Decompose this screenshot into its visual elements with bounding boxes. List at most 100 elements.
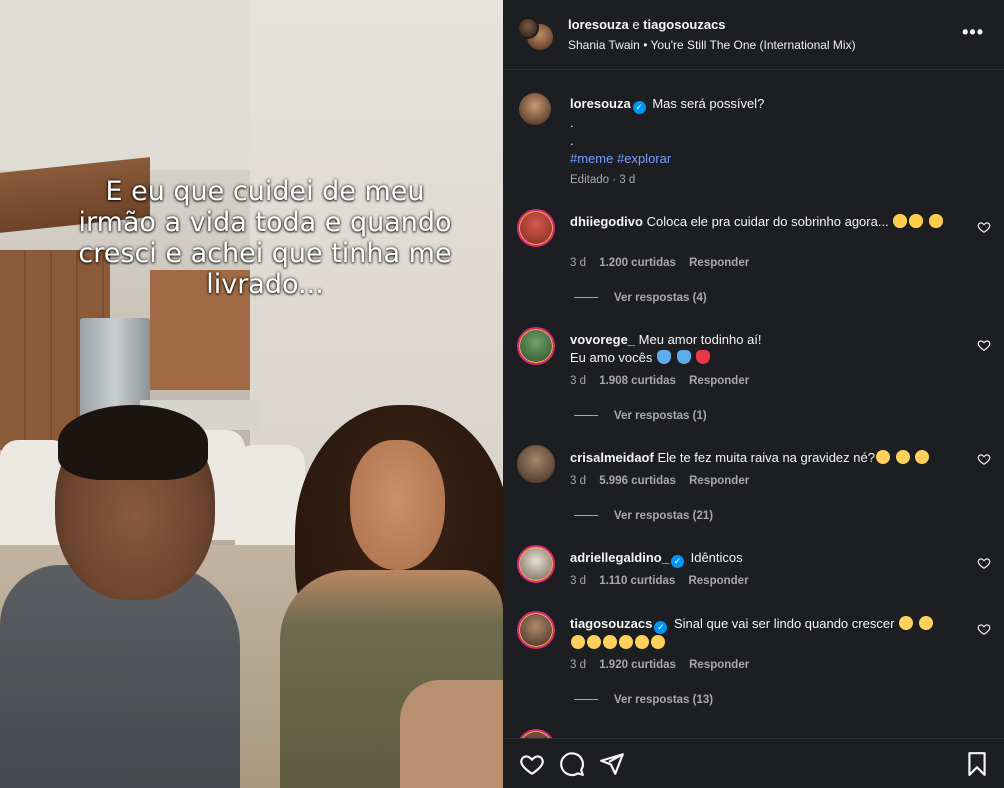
comment-text: Meu amor todinho aí! xyxy=(638,332,762,347)
comment-time[interactable]: 3 d xyxy=(570,659,586,671)
view-replies-button[interactable]: Ver respostas (4) xyxy=(574,292,707,304)
laughing-emoji-icon xyxy=(603,635,617,649)
caption-author-avatar[interactable] xyxy=(519,93,551,125)
like-comment-icon[interactable] xyxy=(977,556,991,570)
commenter-avatar[interactable] xyxy=(517,729,555,738)
like-comment-icon[interactable] xyxy=(977,338,991,352)
post-action-bar xyxy=(503,738,1004,788)
laughing-emoji-icon xyxy=(619,635,633,649)
audio-title: You're Still The One (International Mix) xyxy=(650,38,856,52)
comment-body: vovorege_ Meu amor todinho aí! Eu amo vo… xyxy=(570,331,950,367)
author-username[interactable]: loresouza xyxy=(568,17,629,32)
commenter-avatar[interactable] xyxy=(517,445,555,483)
caption-time[interactable]: 3 d xyxy=(619,174,635,186)
star-struck-emoji-icon xyxy=(909,214,924,228)
reply-button[interactable]: Responder xyxy=(689,659,749,671)
comment-likes[interactable]: 1.110 curtidas xyxy=(599,575,675,587)
like-comment-icon[interactable] xyxy=(977,452,991,466)
reply-button[interactable]: Responder xyxy=(688,575,748,587)
comment-text: Ele te fez muita raiva na gravidez né? xyxy=(657,450,875,465)
commenter-avatar[interactable] xyxy=(517,611,555,649)
post-panel: loresouza e tiagosouzacs Shania Twain • … xyxy=(503,0,1004,788)
commenter-avatar[interactable] xyxy=(517,209,555,247)
laughing-emoji-icon xyxy=(571,635,585,649)
reply-button[interactable]: Responder xyxy=(689,257,749,269)
verified-badge-icon: ✓ xyxy=(632,101,646,114)
post-authors: loresouza e tiagosouzacs xyxy=(568,17,726,32)
hashtag-link[interactable]: #explorar xyxy=(617,151,671,166)
commenter-username[interactable]: adriellegaldino_ xyxy=(570,550,669,565)
blue-heart-emoji-icon xyxy=(657,350,671,364)
post-caption: loresouza ✓ Mas será possível? . . #meme … xyxy=(570,95,970,168)
audio-separator: • xyxy=(643,38,648,52)
comments-scroll-area[interactable]: loresouza ✓ Mas será possível? . . #meme … xyxy=(503,71,1004,738)
caption-username[interactable]: loresouza xyxy=(570,96,631,111)
caption-meta: Editado · 3 d xyxy=(570,174,635,186)
verified-badge-icon: ✓ xyxy=(654,621,668,634)
like-icon[interactable] xyxy=(519,751,545,777)
comment-body: crisalmeidaof Ele te fez muita raiva na … xyxy=(570,449,950,467)
comment-meta: 3 d 5.996 curtidas Responder xyxy=(570,475,759,487)
baby xyxy=(400,680,503,788)
comment-time[interactable]: 3 d xyxy=(570,475,586,487)
comment-meta: 3 d 1.920 curtidas Responder xyxy=(570,659,759,671)
comment-body: adriellegaldino_ ✓ Idênticos xyxy=(570,549,950,568)
woman-face xyxy=(350,440,445,570)
audio-artist: Shania Twain xyxy=(568,38,640,52)
coauthor-avatar[interactable] xyxy=(517,17,539,39)
hashtag-link[interactable]: #meme xyxy=(570,151,613,166)
comment-time[interactable]: 3 d xyxy=(570,375,586,387)
caption-text: Mas será possível? xyxy=(652,96,765,111)
laughing-emoji-icon xyxy=(895,450,910,464)
comment-text-line2: Eu amo vocês xyxy=(570,350,653,365)
laughing-emoji-icon xyxy=(635,635,649,649)
comment-meta: 3 d 1.908 curtidas Responder xyxy=(570,375,759,387)
comment-body: dhiiegodivo Coloca ele pra cuidar do sob… xyxy=(570,213,950,231)
post-media-video[interactable]: E eu que cuidei de meu irmão a vida toda… xyxy=(0,0,503,788)
commenter-avatar[interactable] xyxy=(517,327,555,365)
laughing-emoji-icon xyxy=(918,616,933,630)
view-replies-button[interactable]: Ver respostas (13) xyxy=(574,694,713,706)
man-hair xyxy=(58,405,208,480)
post-header: loresouza e tiagosouzacs Shania Twain • … xyxy=(503,0,1004,70)
view-replies-button[interactable]: Ver respostas (21) xyxy=(574,510,713,522)
comment-likes[interactable]: 5.996 curtidas xyxy=(599,475,676,487)
commenter-avatar[interactable] xyxy=(517,545,555,583)
comment-likes[interactable]: 1.200 curtidas xyxy=(599,257,676,269)
coauthor-username[interactable]: tiagosouzacs xyxy=(643,17,725,32)
more-options-icon[interactable]: ••• xyxy=(962,22,984,43)
comment-time[interactable]: 3 d xyxy=(570,257,586,269)
share-icon[interactable] xyxy=(599,751,625,777)
laughing-emoji-icon xyxy=(651,635,665,649)
blue-heart-emoji-icon xyxy=(676,350,691,364)
video-overlay-caption: E eu que cuidei de meu irmão a vida toda… xyxy=(78,176,452,300)
star-struck-emoji-icon xyxy=(928,214,943,228)
commenter-username[interactable]: tiagosouzacs xyxy=(570,616,652,631)
laughing-emoji-icon xyxy=(899,616,914,630)
laughing-emoji-icon xyxy=(587,635,601,649)
comment-meta: 3 d 1.110 curtidas Responder xyxy=(570,575,759,587)
meta-separator: · xyxy=(612,174,617,186)
verified-badge-icon: ✓ xyxy=(670,555,684,568)
comment-time[interactable]: 3 d xyxy=(570,575,586,587)
reply-button[interactable]: Responder xyxy=(689,475,749,487)
comment-meta: 3 d 1.200 curtidas Responder xyxy=(570,257,759,269)
authors-conjunction: e xyxy=(632,17,640,32)
edited-label: Editado xyxy=(570,174,610,186)
commenter-username[interactable]: crisalmeidaof xyxy=(570,450,654,465)
reply-button[interactable]: Responder xyxy=(689,375,749,387)
laughing-emoji-icon xyxy=(875,450,890,464)
comment-icon[interactable] xyxy=(559,751,585,777)
comment-text: Coloca ele pra cuidar do sobrinho agora.… xyxy=(646,214,889,229)
heart-emoji-icon xyxy=(696,350,711,364)
like-comment-icon[interactable] xyxy=(977,622,991,636)
comment-body: tiagosouzacs ✓ Sinal que vai ser lindo qu… xyxy=(570,615,950,652)
view-replies-button[interactable]: Ver respostas (1) xyxy=(574,410,707,422)
comment-likes[interactable]: 1.908 curtidas xyxy=(599,375,676,387)
commenter-username[interactable]: vovorege_ xyxy=(570,332,635,347)
comment-likes[interactable]: 1.920 curtidas xyxy=(599,659,676,671)
commenter-username[interactable]: dhiiegodivo xyxy=(570,214,643,229)
like-comment-icon[interactable] xyxy=(977,220,991,234)
save-bookmark-icon[interactable] xyxy=(964,751,990,777)
audio-track[interactable]: Shania Twain • You're Still The One (Int… xyxy=(568,38,856,52)
